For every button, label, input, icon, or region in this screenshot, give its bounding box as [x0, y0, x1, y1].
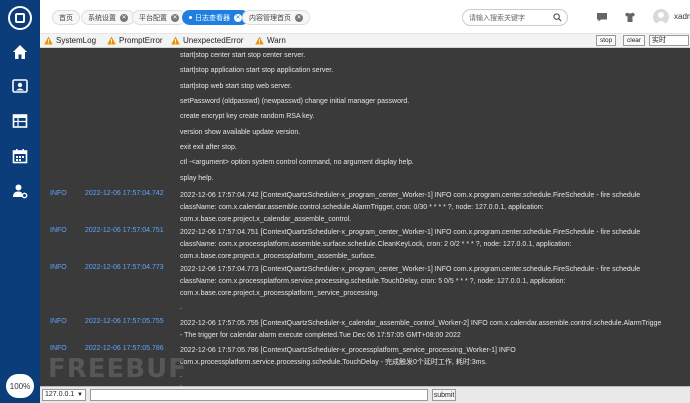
log-message-line: className: com.x.processplatform.service…: [180, 278, 566, 285]
warning-icon: [171, 36, 180, 45]
table-icon[interactable]: [10, 111, 30, 131]
log-message-line: className: com.x.calendar.assemble.contr…: [180, 204, 544, 211]
log-timestamp: 2022-12-06 17:57:04.751: [85, 227, 164, 234]
log-level: INFO: [50, 190, 67, 197]
tab-label: 平台配置: [139, 14, 167, 22]
watermark: FREEBUF: [48, 354, 187, 384]
tab-system-settings[interactable]: 系统设置 ✕: [81, 10, 135, 25]
log-message: 2022-12-06 17:57:05.755 [ContextQuartzSc…: [180, 318, 690, 342]
mode-select[interactable]: 实时: [649, 35, 689, 46]
home-icon[interactable]: [10, 42, 30, 62]
tab-log-viewer[interactable]: 日志查看器 ✕: [182, 10, 249, 25]
node-select-value: 127.0.0.1: [45, 391, 75, 398]
log-message: 2022-12-06 17:57:04.751 [ContextQuartzSc…: [180, 227, 690, 263]
tab-label: UnexpectedError: [183, 36, 244, 45]
top-tab-bar: 首页 系统设置 ✕ 平台配置 ✕ 日志查看器 ✕ 内容管理首页 ✕ 请输入搜索关键字 x…: [40, 0, 690, 34]
tab-label: 内容管理首页: [249, 14, 291, 22]
tab-prompterror[interactable]: PromptError: [107, 34, 163, 47]
tab-label: 系统设置: [88, 14, 116, 22]
tab-home[interactable]: 首页: [52, 10, 80, 25]
active-dot-icon: [189, 16, 192, 19]
log-timestamp: 2022-12-06 17:57:04.773: [85, 264, 164, 271]
search-icon[interactable]: [553, 13, 562, 22]
search-input[interactable]: 请输入搜索关键字: [462, 9, 568, 26]
log-level: INFO: [50, 227, 67, 234]
log-timestamp: 2022-12-06 17:57:04.742: [85, 190, 164, 197]
close-icon[interactable]: ✕: [295, 13, 303, 22]
help-line: version show available update version.: [180, 129, 301, 136]
tab-warn[interactable]: Warn: [255, 34, 286, 47]
help-line: setPassword (oldpasswd) (newpasswd) chan…: [180, 98, 410, 105]
help-line: start|stop application start stop applic…: [180, 67, 334, 74]
log-message: 2022-12-06 17:57:04.742 [ContextQuartzSc…: [180, 190, 690, 226]
log-timestamp: 2022-12-06 17:57:05.755: [85, 318, 164, 325]
log-level: INFO: [50, 264, 67, 271]
skin-icon[interactable]: [624, 11, 636, 23]
node-select[interactable]: 127.0.0.1 ▼: [42, 389, 86, 401]
log-console[interactable]: start|stop center start stop center serv…: [40, 48, 690, 386]
user-card-icon[interactable]: [10, 76, 30, 96]
logo-icon[interactable]: [8, 6, 32, 30]
help-line: create encrypt key create random RSA key…: [180, 113, 315, 120]
tab-content-management[interactable]: 内容管理首页 ✕: [242, 10, 310, 25]
log-message-line: com.x.base.core.project.x_calendar_assem…: [180, 216, 352, 223]
log-message-line: 2022-12-06 17:57:05.755 [ContextQuartzSc…: [180, 320, 662, 327]
help-line: start|stop center start stop center serv…: [180, 52, 306, 59]
tab-label: 首页: [59, 14, 73, 22]
warning-icon: [107, 36, 116, 45]
tab-unexpectederror[interactable]: UnexpectedError: [171, 34, 243, 47]
tab-label: Warn: [267, 36, 286, 45]
avatar[interactable]: [653, 9, 669, 25]
search-placeholder: 请输入搜索关键字: [469, 14, 525, 22]
warning-icon: [44, 36, 53, 45]
log-level: INFO: [50, 345, 67, 352]
user-name[interactable]: xadm: [674, 12, 690, 21]
log-timestamp: 2022-12-06 17:57:05.786: [85, 345, 164, 352]
separator-dot: .: [180, 304, 182, 311]
command-bar: 127.0.0.1 ▼ submit: [40, 386, 690, 403]
left-sidebar: 100%: [0, 0, 40, 403]
log-message-line: 2022-12-06 17:57:04.773 [ContextQuartzSc…: [180, 266, 641, 273]
user-settings-icon[interactable]: [10, 181, 30, 201]
command-input[interactable]: [90, 389, 428, 401]
log-message-line: com.x.base.core.project.x_processplatfor…: [180, 253, 377, 260]
zoom-level[interactable]: 100%: [6, 374, 34, 398]
tab-systemlog[interactable]: SystemLog: [44, 34, 96, 47]
clear-button[interactable]: clear: [623, 35, 646, 46]
log-message: 2022-12-06 17:57:04.773 [ContextQuartzSc…: [180, 264, 690, 300]
chevron-down-icon: ▼: [77, 392, 83, 398]
log-message-line: 2022-12-06 17:57:05.786 [ContextQuartzSc…: [180, 347, 516, 354]
log-message-line: com.x.base.core.project.x_processplatfor…: [180, 290, 380, 297]
help-line: start|stop web start stop web server.: [180, 83, 292, 90]
help-line: ctl -<argument> option system control co…: [180, 159, 414, 166]
tab-platform-config[interactable]: 平台配置 ✕: [132, 10, 186, 25]
tab-label: 日志查看器: [195, 14, 230, 22]
message-icon[interactable]: [596, 11, 608, 23]
log-message-line: com.x.processplatform.service.processing…: [180, 359, 487, 366]
log-message-line: - The trigger for calendar alarm execute…: [180, 332, 461, 339]
close-icon[interactable]: ✕: [171, 13, 179, 22]
log-toolbar: SystemLog PromptError UnexpectedError Wa…: [40, 34, 690, 48]
close-icon[interactable]: ✕: [234, 13, 242, 22]
submit-button[interactable]: submit: [432, 389, 456, 401]
tab-label: SystemLog: [56, 36, 97, 45]
warning-icon: [255, 36, 264, 45]
help-line: splay help.: [180, 175, 214, 182]
tab-label: PromptError: [119, 36, 163, 45]
close-icon[interactable]: ✕: [120, 13, 128, 22]
log-message-line: className: com.x.processplatform.assembl…: [180, 241, 572, 248]
help-line: exit exit after stop.: [180, 144, 237, 151]
log-level: INFO: [50, 318, 67, 325]
log-message: 2022-12-06 17:57:05.786 [ContextQuartzSc…: [180, 345, 690, 369]
calendar-icon[interactable]: [10, 146, 30, 166]
log-message-line: 2022-12-06 17:57:04.742 [ContextQuartzSc…: [180, 192, 641, 199]
stop-button[interactable]: stop: [596, 35, 617, 46]
log-message-line: 2022-12-06 17:57:04.751 [ContextQuartzSc…: [180, 229, 641, 236]
